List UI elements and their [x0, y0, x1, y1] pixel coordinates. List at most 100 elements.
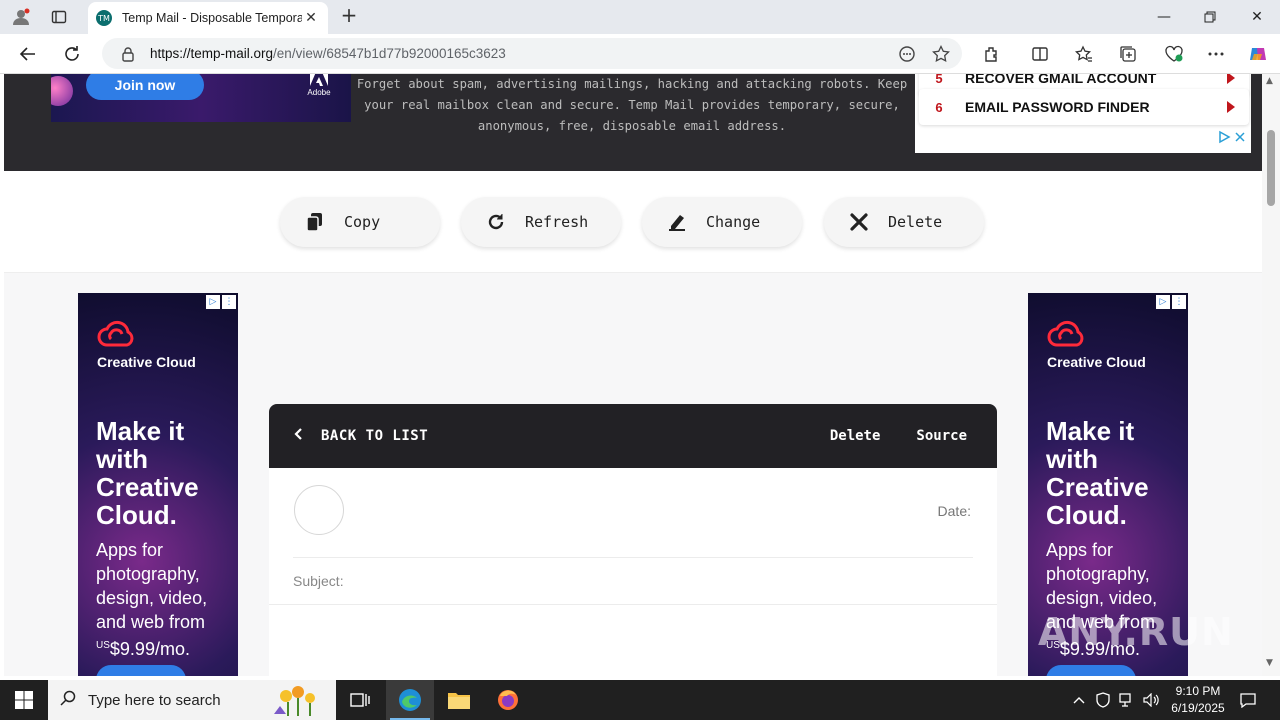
clock-date: 6/19/2025	[1171, 701, 1225, 715]
anyrun-watermark: ANY.RUN	[1038, 610, 1234, 654]
favorite-star-icon[interactable]	[928, 41, 954, 67]
extensions-icon[interactable]	[980, 42, 1004, 66]
page-viewport: Join now Adobe Forget about spam, advert…	[0, 74, 1262, 676]
url-host: https://temp-mail.org	[150, 46, 274, 61]
close-x-icon	[848, 211, 870, 233]
ad-link-email-password-finder[interactable]: 6 EMAIL PASSWORD FINDER	[919, 89, 1249, 125]
more-menu-icon[interactable]	[1204, 42, 1228, 66]
temp-mail-favicon-icon: TM	[96, 10, 112, 26]
close-window-icon[interactable]: ✕	[1234, 0, 1280, 34]
ad-brand-name: Creative Cloud	[1047, 354, 1146, 370]
reading-mode-icon[interactable]	[894, 41, 920, 67]
url-path: /en/view/68547b1d77b92000165c3623	[273, 46, 506, 61]
chevron-left-icon	[293, 427, 303, 445]
join-now-button[interactable]: Join now	[86, 74, 204, 100]
edge-taskbar-icon[interactable]	[386, 680, 434, 720]
restore-icon[interactable]	[1187, 0, 1233, 34]
planet-graphic	[51, 76, 73, 106]
change-label: Change	[706, 213, 761, 231]
url-text[interactable]: https://temp-mail.org/en/view/68547b1d77…	[150, 46, 894, 61]
ad-cta-button[interactable]	[96, 665, 186, 676]
creative-cloud-logo-icon	[97, 320, 134, 347]
close-tab-icon[interactable]: ✕	[302, 10, 320, 26]
security-shield-icon[interactable]	[1092, 680, 1114, 720]
delete-button[interactable]: Delete	[824, 197, 984, 247]
ad-headline: Make it with Creative Cloud.	[1046, 416, 1149, 530]
split-screen-icon[interactable]	[1028, 42, 1052, 66]
adobe-brand-text: Adobe	[307, 88, 331, 97]
adobe-logo-icon: Adobe	[307, 74, 331, 98]
search-ad-box: 5 RECOVER GMAIL ACCOUNT 6 EMAIL PASSWORD…	[915, 74, 1251, 153]
refresh-button[interactable]: Refresh	[461, 197, 621, 247]
message-view: BACK TO LIST Delete Source Date: Subject…	[269, 404, 997, 676]
minimize-icon[interactable]: —	[1141, 0, 1187, 34]
adchoices-icon[interactable]	[1217, 130, 1251, 144]
adchoices-icon[interactable]: ▷ ⋮	[206, 295, 236, 309]
search-placeholder: Type here to search	[88, 691, 221, 709]
flower-decoration-icon	[274, 686, 315, 716]
ad-link-number: 6	[923, 91, 955, 123]
windows-logo-icon	[15, 691, 33, 709]
taskbar-search[interactable]: Type here to search	[48, 680, 336, 720]
play-arrow-icon	[1227, 101, 1235, 113]
tab-title: Temp Mail - Disposable Temporary Email	[122, 11, 302, 25]
firefox-icon[interactable]	[484, 680, 532, 720]
browser-toolbar: https://temp-mail.org/en/view/68547b1d77…	[0, 34, 1280, 74]
message-delete-link[interactable]: Delete	[830, 428, 881, 444]
pen-edit-icon	[666, 211, 688, 233]
sender-avatar	[294, 485, 344, 535]
message-source-link[interactable]: Source	[916, 428, 967, 444]
back-arrow-icon[interactable]	[16, 42, 40, 66]
page-scrollbar[interactable]: ▲ ▼	[1262, 74, 1280, 676]
copy-button[interactable]: Copy	[280, 197, 440, 247]
search-icon	[60, 690, 80, 710]
refresh-label: Refresh	[525, 213, 589, 231]
site-info-icon[interactable]	[118, 46, 138, 62]
hero-section: Join now Adobe Forget about spam, advert…	[4, 74, 1262, 171]
ad-brand-name: Creative Cloud	[97, 354, 196, 370]
windows-taskbar: Type here to search 9:10 PM 6/19/2025	[0, 680, 1280, 720]
ad-body: Apps for photography, design, video, and…	[96, 538, 236, 661]
back-to-list-label: BACK TO LIST	[321, 428, 429, 444]
task-view-icon[interactable]	[336, 680, 384, 720]
system-clock[interactable]: 9:10 PM 6/19/2025	[1160, 683, 1236, 717]
back-to-list-button[interactable]: BACK TO LIST	[293, 427, 428, 445]
ad-link-label: EMAIL PASSWORD FINDER	[965, 99, 1150, 115]
clock-time: 9:10 PM	[1175, 684, 1221, 698]
adobe-banner-ad[interactable]: Join now Adobe	[51, 74, 351, 122]
start-button[interactable]	[0, 680, 48, 720]
message-date-label: Date:	[937, 503, 971, 519]
change-button[interactable]: Change	[642, 197, 802, 247]
scroll-up-icon[interactable]: ▲	[1266, 76, 1273, 86]
copy-label: Copy	[344, 213, 381, 231]
volume-icon[interactable]	[1140, 680, 1162, 720]
refresh-icon	[485, 211, 507, 233]
file-explorer-icon[interactable]	[435, 680, 483, 720]
scroll-down-icon[interactable]: ▼	[1266, 658, 1273, 668]
reload-icon[interactable]	[60, 42, 84, 66]
tab-temp-mail[interactable]: TM Temp Mail - Disposable Temporary Emai…	[88, 2, 328, 34]
browser-tab-bar: TM Temp Mail - Disposable Temporary Emai…	[0, 0, 1280, 34]
favorites-icon[interactable]	[1072, 42, 1096, 66]
play-arrow-icon	[1227, 74, 1235, 84]
show-hidden-icons[interactable]	[1068, 680, 1090, 720]
profile-icon[interactable]	[8, 5, 34, 29]
scrollbar-thumb[interactable]	[1267, 130, 1275, 206]
message-header-bar: BACK TO LIST Delete Source	[269, 404, 997, 468]
ad-headline: Make it with Creative Cloud.	[96, 416, 199, 530]
address-bar[interactable]: https://temp-mail.org/en/view/68547b1d77…	[102, 38, 962, 69]
browser-essentials-icon[interactable]	[1162, 42, 1186, 66]
copilot-icon[interactable]	[1246, 42, 1270, 66]
hero-description: Forget about spam, advertising mailings,…	[356, 77, 908, 133]
collections-icon[interactable]	[1116, 42, 1140, 66]
adchoices-icon[interactable]: ▷ ⋮	[1156, 295, 1186, 309]
mailbox-actions: Copy Refresh Change Delete	[4, 171, 1262, 273]
creative-cloud-ad-left[interactable]: ▷ ⋮ Creative Cloud Make it with Creative …	[78, 293, 238, 676]
notifications-icon[interactable]	[1236, 680, 1260, 720]
ad-cta-button[interactable]	[1046, 665, 1136, 676]
tab-actions-icon[interactable]	[46, 5, 72, 29]
network-icon[interactable]	[1116, 680, 1138, 720]
message-actions: Delete Source	[830, 404, 967, 468]
new-tab-icon[interactable]: +	[338, 5, 360, 27]
ad-price-prefix: US	[96, 640, 110, 651]
